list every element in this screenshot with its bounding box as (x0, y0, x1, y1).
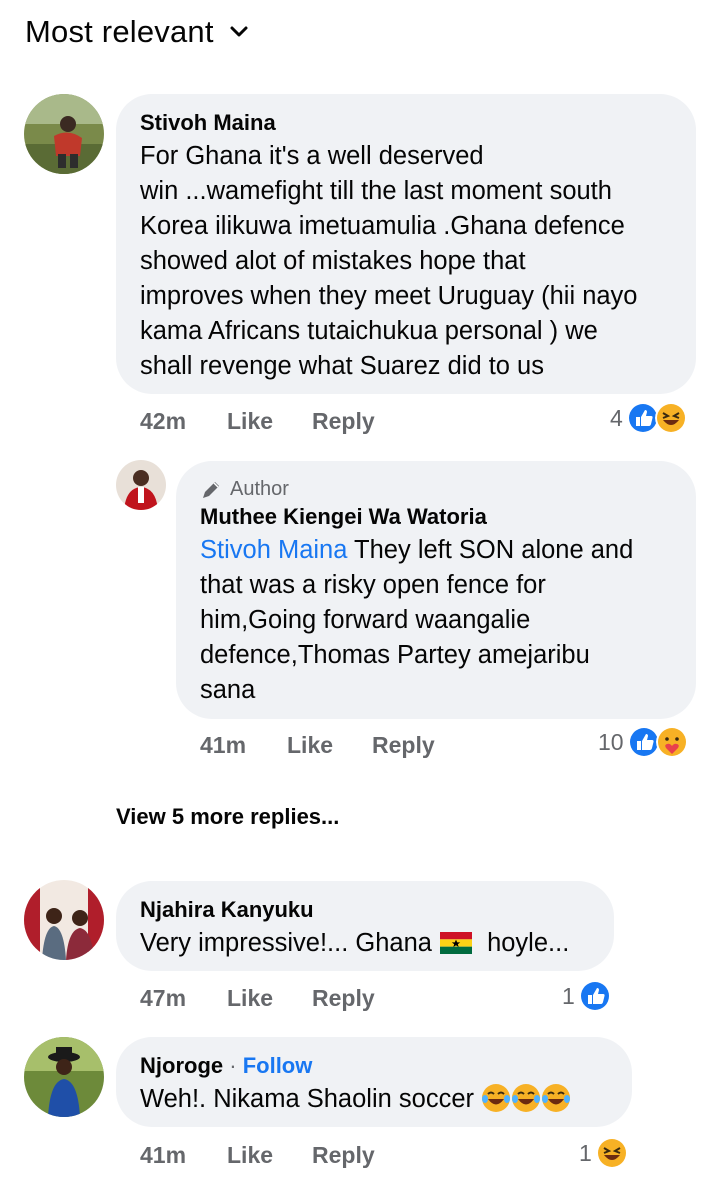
view-more-replies-link[interactable]: View 5 more replies... (116, 804, 339, 830)
sort-label: Most relevant (25, 14, 214, 49)
commenter-name[interactable]: Njoroge (140, 1053, 223, 1078)
avatar[interactable] (24, 880, 104, 960)
reaction-count: 4 (610, 404, 623, 431)
avatar-photo (24, 1037, 104, 1117)
like-button[interactable]: Like (227, 1142, 312, 1169)
care-icon (655, 726, 688, 758)
timestamp[interactable]: 47m (140, 985, 227, 1012)
comment-line: sana (200, 676, 256, 704)
timestamp[interactable]: 41m (200, 732, 287, 759)
commenter-name[interactable]: Muthee Kiengei Wa Watoria (200, 504, 487, 530)
tears-of-joy-emoji-icon (482, 1084, 511, 1112)
reaction-count: 1 (579, 1139, 592, 1166)
timestamp[interactable]: 42m (140, 408, 227, 435)
mention-link[interactable]: Stivoh Maina (200, 536, 347, 564)
commenter-name[interactable]: Njahira Kanyuku (140, 897, 314, 923)
avatar-photo (24, 94, 104, 174)
author-badge: Author (200, 478, 289, 501)
like-icon (627, 726, 660, 758)
comment-text-part: Very impressive!... Ghana (140, 929, 432, 957)
like-button[interactable]: Like (227, 985, 312, 1012)
chevron-down-icon (230, 26, 248, 37)
comment-line: They left SON alone and (354, 536, 634, 564)
reaction-count: 1 (562, 982, 575, 1009)
comment-actions: 41m Like Reply (140, 1142, 375, 1169)
like-button[interactable]: Like (227, 408, 312, 435)
avatar[interactable] (24, 1037, 104, 1117)
tears-of-joy-emoji-icon (542, 1084, 571, 1112)
laugh-icon (595, 1137, 628, 1169)
reaction-summary[interactable]: 1 (562, 980, 611, 1012)
comment-text: For Ghana it's a well deserved win ...wa… (140, 139, 690, 384)
reply-button[interactable]: Reply (312, 408, 375, 435)
comment-line: shall revenge what Suarez did to us (140, 352, 544, 380)
reply-button[interactable]: Reply (372, 732, 435, 759)
comment-line: win ...wamefight till the last moment so… (140, 177, 612, 205)
avatar-photo (24, 880, 104, 960)
comment-text-part: Weh!. Nikama Shaolin soccer (140, 1085, 475, 1113)
reaction-summary[interactable]: 4 (610, 402, 687, 434)
like-icon (578, 980, 611, 1012)
commenter-name[interactable]: Stivoh Maina (140, 110, 276, 136)
comment-line: For Ghana it's a well deserved (140, 142, 484, 170)
pencil-icon (203, 481, 219, 498)
comment-line: showed alot of mistakes hope that (140, 247, 526, 275)
comment-actions: 42m Like Reply (140, 408, 375, 435)
comment-text: Stivoh Maina They left SON alone and tha… (200, 533, 690, 708)
comment-line: kama Africans tutaichukua personal ) we (140, 317, 598, 345)
reply-button[interactable]: Reply (312, 985, 375, 1012)
sort-dropdown[interactable]: Most relevant (25, 14, 250, 50)
laugh-icon (654, 402, 687, 434)
comment-text-part: hoyle... (487, 929, 570, 957)
like-icon (626, 402, 659, 434)
comment-text: Weh!. Nikama Shaolin soccer (140, 1082, 630, 1117)
author-label: Author (230, 478, 289, 500)
follow-button[interactable]: Follow (243, 1053, 313, 1078)
like-button[interactable]: Like (287, 732, 372, 759)
reaction-count: 10 (598, 728, 624, 755)
timestamp[interactable]: 41m (140, 1142, 227, 1169)
commenter-name-row: Njoroge · Follow (140, 1053, 312, 1079)
tears-of-joy-emoji-icon (512, 1084, 541, 1112)
reaction-summary[interactable]: 10 (598, 726, 688, 758)
comment-line: that was a risky open fence for (200, 571, 546, 599)
reaction-summary[interactable]: 1 (579, 1137, 628, 1169)
comment-line: him,Going forward waangalie (200, 606, 531, 634)
reply-button[interactable]: Reply (312, 1142, 375, 1169)
comment-actions: 41m Like Reply (200, 732, 435, 759)
comment-actions: 47m Like Reply (140, 985, 375, 1012)
separator: · (229, 1053, 237, 1078)
comment-text: Very impressive!... Ghana hoyle... (140, 926, 610, 961)
ghana-flag-icon (439, 932, 472, 954)
avatar-photo (116, 460, 166, 510)
avatar[interactable] (24, 94, 104, 174)
avatar[interactable] (116, 460, 166, 510)
comment-line: improves when they meet Uruguay (hii nay… (140, 282, 638, 310)
comment-line: defence,Thomas Partey amejaribu (200, 641, 590, 669)
comment-line: Korea ilikuwa imetuamulia .Ghana defence (140, 212, 625, 240)
